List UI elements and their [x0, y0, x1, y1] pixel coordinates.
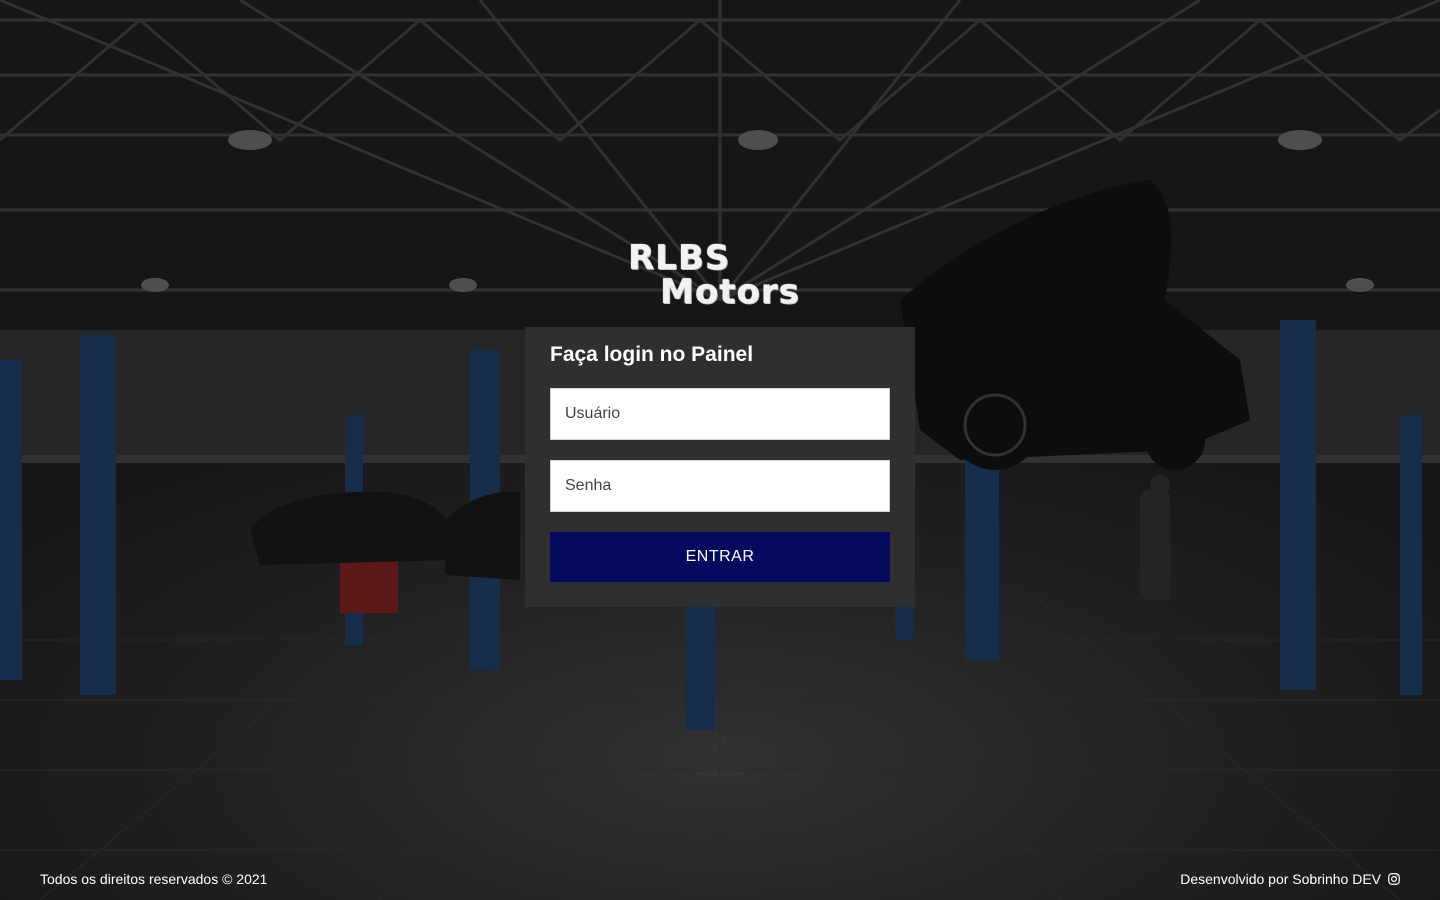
login-card: Faça login no Painel ENTRAR	[525, 327, 915, 607]
login-submit-button[interactable]: ENTRAR	[550, 532, 890, 582]
footer-credit-text[interactable]: Desenvolvido por Sobrinho DEV	[1180, 870, 1381, 888]
footer-copyright: Todos os direitos reservados © 2021	[40, 871, 268, 887]
instagram-icon[interactable]	[1388, 873, 1400, 885]
username-input[interactable]	[550, 388, 890, 440]
login-title: Faça login no Painel	[550, 343, 754, 366]
brand-logo: RLBS Motors	[628, 238, 818, 312]
brand-logo-line2: Motors	[660, 272, 800, 312]
password-input[interactable]	[550, 460, 890, 512]
footer-credit[interactable]: Desenvolvido por Sobrinho DEV	[1180, 870, 1400, 888]
